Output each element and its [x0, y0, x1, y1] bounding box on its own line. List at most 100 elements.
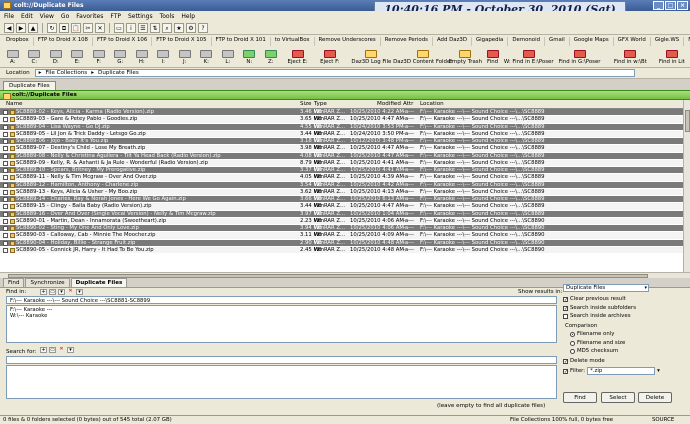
search-archives-option[interactable]: Search inside archives: [563, 313, 631, 319]
row-checkbox[interactable]: [3, 233, 8, 239]
favorite-icon[interactable]: ★: [174, 23, 184, 33]
search-for-field[interactable]: [6, 356, 557, 364]
back-icon[interactable]: ◀: [4, 23, 14, 33]
table-row[interactable]: SC8890-03 - Calloway, Cab - Minnie The M…: [0, 232, 683, 240]
row-checkbox[interactable]: [3, 247, 8, 253]
close-button[interactable]: ×: [677, 1, 688, 10]
drive-button[interactable]: E:: [67, 47, 89, 67]
drive-button[interactable]: Eject E:: [282, 47, 314, 67]
row-checkbox[interactable]: [3, 168, 8, 173]
table-row[interactable]: SC8889-14 - Charles, Ray & Norah Jones -…: [0, 196, 683, 204]
row-checkbox[interactable]: [3, 182, 8, 188]
drive-button[interactable]: I:: [153, 47, 175, 67]
drive-button[interactable]: Z:: [260, 47, 282, 67]
delete-button[interactable]: Delete: [638, 392, 672, 403]
remove-icon[interactable]: ✕: [67, 289, 74, 295]
table-row[interactable]: SC8889-05 - Lil Jon & Trick Daddy - Lets…: [0, 130, 683, 138]
favorite-link[interactable]: Gigle.WS: [651, 37, 685, 46]
dropdown-icon[interactable]: ▾: [67, 347, 74, 353]
search-archives-checkbox[interactable]: [563, 313, 568, 319]
menu-item-file[interactable]: File: [4, 13, 14, 21]
favorite-link[interactable]: Gigapedia: [472, 37, 509, 46]
drive-button[interactable]: L:: [217, 47, 239, 67]
favorite-link[interactable]: Remove Underscores: [315, 37, 381, 46]
table-row[interactable]: SC8889-16 - Over And Over (Single Vocal …: [0, 210, 683, 218]
table-row[interactable]: SC8889-12 - Hamilton, Anthony - Charlene…: [0, 181, 683, 189]
menu-item-view[interactable]: View: [40, 13, 54, 21]
add-folder-icon[interactable]: +: [40, 289, 47, 295]
menu-item-edit[interactable]: Edit: [21, 13, 33, 21]
delete-mode-option[interactable]: ✓ Delete mode: [563, 358, 605, 364]
md5-radio[interactable]: [570, 348, 575, 354]
table-row[interactable]: SC8889-10 - Spears, Britney - My Preroga…: [0, 167, 683, 175]
drive-button[interactable]: G:: [110, 47, 132, 67]
table-row[interactable]: SC8890-04 - Holiday, Billie - Strange Fr…: [0, 239, 683, 247]
favorite-link[interactable]: Remove Periods: [381, 37, 433, 46]
row-checkbox[interactable]: [3, 146, 8, 152]
properties-icon[interactable]: i: [126, 23, 136, 33]
drive-button[interactable]: Daz3D Content Folder: [393, 47, 453, 67]
column-header-attr[interactable]: Attr: [403, 101, 413, 107]
tab-synchronize[interactable]: Synchronize: [25, 278, 70, 287]
table-row[interactable]: SC8889-15 - Clingy - Balla Baby (Radio V…: [0, 203, 683, 211]
menu-item-tools[interactable]: Tools: [160, 13, 175, 21]
table-row[interactable]: SC8889-13 - Keys, Alicia & Usher - My Bo…: [0, 188, 683, 196]
table-row[interactable]: SC8889-09 - Kelly, R. & Ashanti & Ja Rul…: [0, 159, 683, 167]
remove-icon[interactable]: ✕: [58, 347, 65, 353]
file-list[interactable]: SC8889-02 - Keys, Alicia - Karma (Radio …: [0, 109, 683, 272]
browse-folder-icon[interactable]: ▭: [49, 347, 56, 353]
tab-find[interactable]: Find: [3, 278, 25, 287]
row-checkbox[interactable]: [3, 117, 8, 123]
search-subfolders-option[interactable]: ✓ Search inside subfolders: [563, 305, 636, 311]
favorite-link[interactable]: Google Maps: [570, 37, 614, 46]
search-for-list[interactable]: [6, 365, 557, 399]
favorite-link[interactable]: Newzbin: [684, 37, 690, 46]
select-button[interactable]: Select: [601, 392, 635, 403]
row-checkbox[interactable]: [3, 131, 8, 137]
drive-button[interactable]: F:: [88, 47, 110, 67]
filename-size-radio[interactable]: [570, 340, 575, 346]
tab-duplicate-files-panel[interactable]: Duplicate Files: [70, 278, 128, 287]
favorite-link[interactable]: GFX World: [614, 37, 651, 46]
favorite-link[interactable]: Gmail: [545, 37, 570, 46]
column-header-name[interactable]: Name: [6, 101, 23, 107]
drive-button[interactable]: D:: [45, 47, 67, 67]
row-checkbox[interactable]: [3, 110, 8, 115]
table-row[interactable]: SC8889-08 - Nelly & Christina Aguilera -…: [0, 152, 683, 160]
filter-input[interactable]: *.zip: [587, 367, 656, 375]
favorite-link[interactable]: Dropbox: [2, 37, 34, 46]
favorite-link[interactable]: FTP to Droid X 101: [212, 37, 271, 46]
drive-button[interactable]: C:: [24, 47, 46, 67]
view-icon[interactable]: ☰: [138, 23, 148, 33]
row-checkbox[interactable]: [3, 218, 8, 224]
browse-folder-icon[interactable]: ▭: [49, 289, 56, 295]
tab-duplicate-files[interactable]: Duplicate Files: [3, 81, 56, 90]
cut-icon[interactable]: ✂: [83, 23, 93, 33]
search-subfolders-checkbox[interactable]: ✓: [563, 305, 568, 311]
help-icon[interactable]: ?: [198, 23, 208, 33]
scroll-thumb[interactable]: [685, 110, 690, 132]
drive-button[interactable]: J:: [174, 47, 196, 67]
row-checkbox[interactable]: [3, 139, 8, 144]
dropdown-icon[interactable]: ▾: [76, 289, 83, 295]
location-segment[interactable]: Duplicate Files: [98, 70, 139, 76]
row-checkbox[interactable]: [3, 153, 8, 159]
row-checkbox[interactable]: [3, 175, 8, 181]
column-header-type[interactable]: Type: [314, 101, 327, 107]
menu-item-favorites[interactable]: Favorites: [76, 13, 103, 21]
new-folder-icon[interactable]: ▭: [114, 23, 124, 33]
row-checkbox[interactable]: [3, 226, 8, 231]
row-checkbox[interactable]: [3, 189, 8, 195]
delete-icon[interactable]: ✕: [95, 23, 105, 33]
table-row[interactable]: SC8889-02 - Keys, Alicia - Karma (Radio …: [0, 109, 683, 117]
md5-option[interactable]: MD5 checksum: [570, 348, 618, 354]
row-checkbox[interactable]: [3, 204, 8, 210]
table-row[interactable]: SC8890-05 - Connick JR, Harry - It Had T…: [0, 246, 683, 254]
minimize-button[interactable]: _: [653, 1, 664, 10]
find-in-list[interactable]: F:\--- Karaoke --- W:\--- Karaoke: [6, 305, 557, 343]
row-checkbox[interactable]: [3, 240, 8, 246]
table-row[interactable]: SC8889-06 - Jojo - Baby It's You.zip 3.18…: [0, 138, 683, 146]
favorite-link[interactable]: FTP to Droid X 105: [152, 37, 212, 46]
column-header-modified[interactable]: Modified: [377, 101, 401, 107]
filter-menu-icon[interactable]: ▾: [657, 368, 660, 374]
